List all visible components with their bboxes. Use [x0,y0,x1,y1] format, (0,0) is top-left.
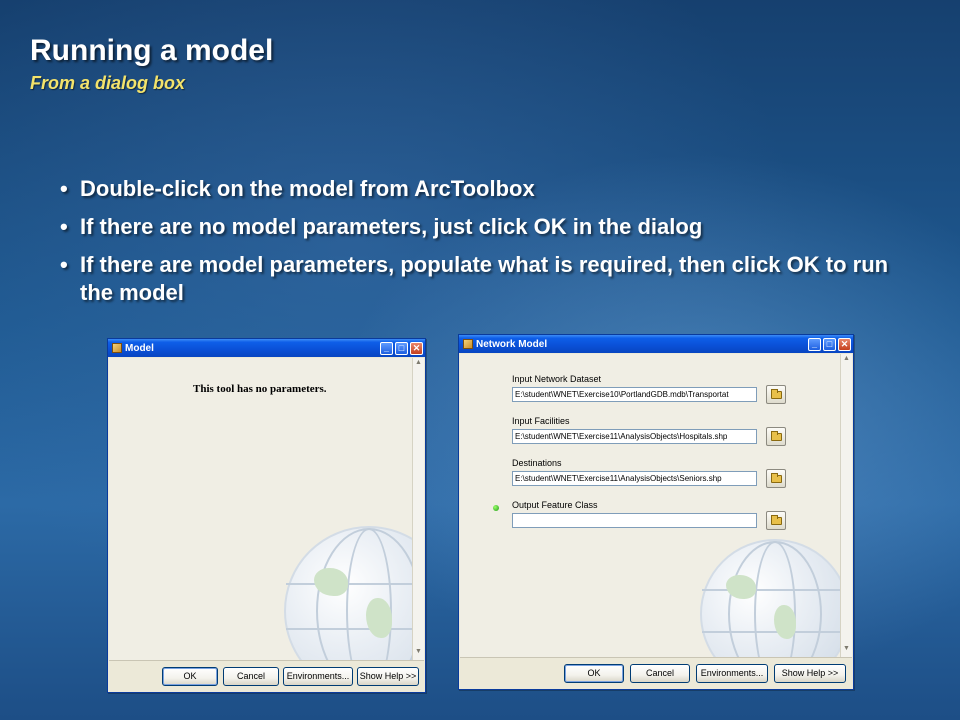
minimize-button[interactable]: _ [808,337,821,351]
maximize-button[interactable]: □ [395,341,408,355]
bullet-text: Double-click on the model from ArcToolbo… [80,176,535,201]
browse-network-dataset-button[interactable] [766,385,786,404]
model-dialog: Model _ □ ✕ This tool has no parameters.… [107,338,426,693]
model-button-bar: OK Cancel Environments... Show Help >> [109,660,424,692]
maximize-button[interactable]: □ [823,337,836,351]
input-facilities-field[interactable]: E:\student\WNET\Exercise11\AnalysisObjec… [512,429,757,444]
network-button-bar: OK Cancel Environments... Show Help >> [460,657,852,689]
bullet-text: If there are model parameters, populate … [80,252,889,305]
bullet-marker: • [60,252,68,277]
open-folder-icon [771,473,782,483]
globe-watermark-icon [700,539,840,657]
network-dialog-title: Network Model [476,338,548,350]
destinations-field[interactable]: E:\student\WNET\Exercise11\AnalysisObjec… [512,471,757,486]
output-feature-class-field[interactable] [512,513,757,528]
browse-facilities-button[interactable] [766,427,786,446]
minimize-button[interactable]: _ [380,341,393,355]
bullet-marker: • [60,214,68,239]
network-params-pane: Input Network Dataset E:\student\WNET\Ex… [460,354,840,657]
model-dialog-body: This tool has no parameters. ▲ ▼ OK Canc… [109,358,424,692]
scroll-up-icon[interactable]: ▲ [841,355,852,366]
model-params-pane: This tool has no parameters. [109,358,412,660]
bullet-item: • Double-click on the model from ArcTool… [60,175,900,203]
output-feature-class-label: Output Feature Class [512,500,598,510]
input-network-dataset-label: Input Network Dataset [512,374,602,384]
bullet-list: • Double-click on the model from ArcTool… [60,175,900,317]
model-icon [112,343,122,353]
close-button[interactable]: ✕ [410,341,423,355]
scroll-up-icon[interactable]: ▲ [413,359,424,370]
no-parameters-message: This tool has no parameters. [193,383,327,395]
required-parameter-icon [493,505,499,511]
cancel-button[interactable]: Cancel [630,664,690,683]
slide-subtitle: From a dialog box [30,73,186,93]
close-button[interactable]: ✕ [838,337,851,351]
open-folder-icon [771,515,782,525]
input-facilities-label: Input Facilities [512,416,570,426]
show-help-button[interactable]: Show Help >> [774,664,846,683]
network-model-dialog: Network Model _ □ ✕ Input Network Datase… [458,334,854,690]
browse-output-button[interactable] [766,511,786,530]
browse-destinations-button[interactable] [766,469,786,488]
open-folder-icon [771,431,782,441]
model-dialog-title: Model [125,342,154,354]
cancel-button[interactable]: Cancel [223,667,279,686]
globe-watermark-icon [284,526,412,660]
scroll-down-icon[interactable]: ▼ [841,645,852,656]
bullet-marker: • [60,176,68,201]
scroll-down-icon[interactable]: ▼ [413,648,424,659]
environments-button[interactable]: Environments... [283,667,353,686]
model-vertical-scrollbar[interactable]: ▲ ▼ [412,358,424,660]
environments-button[interactable]: Environments... [696,664,768,683]
ok-button[interactable]: OK [564,664,624,683]
model-icon [463,339,473,349]
network-dialog-titlebar[interactable]: Network Model _ □ ✕ [459,335,853,353]
ok-button[interactable]: OK [162,667,218,686]
network-dialog-body: Input Network Dataset E:\student\WNET\Ex… [460,354,852,689]
network-vertical-scrollbar[interactable]: ▲ ▼ [840,354,852,657]
model-dialog-titlebar[interactable]: Model _ □ ✕ [108,339,425,357]
bullet-item: • If there are model parameters, populat… [60,251,900,307]
show-help-button[interactable]: Show Help >> [357,667,419,686]
input-network-dataset-field[interactable]: E:\student\WNET\Exercise10\PortlandGDB.m… [512,387,757,402]
open-folder-icon [771,389,782,399]
destinations-label: Destinations [512,458,562,468]
bullet-item: • If there are no model parameters, just… [60,213,900,241]
slide-title: Running a model [30,34,274,67]
bullet-text: If there are no model parameters, just c… [80,214,703,239]
